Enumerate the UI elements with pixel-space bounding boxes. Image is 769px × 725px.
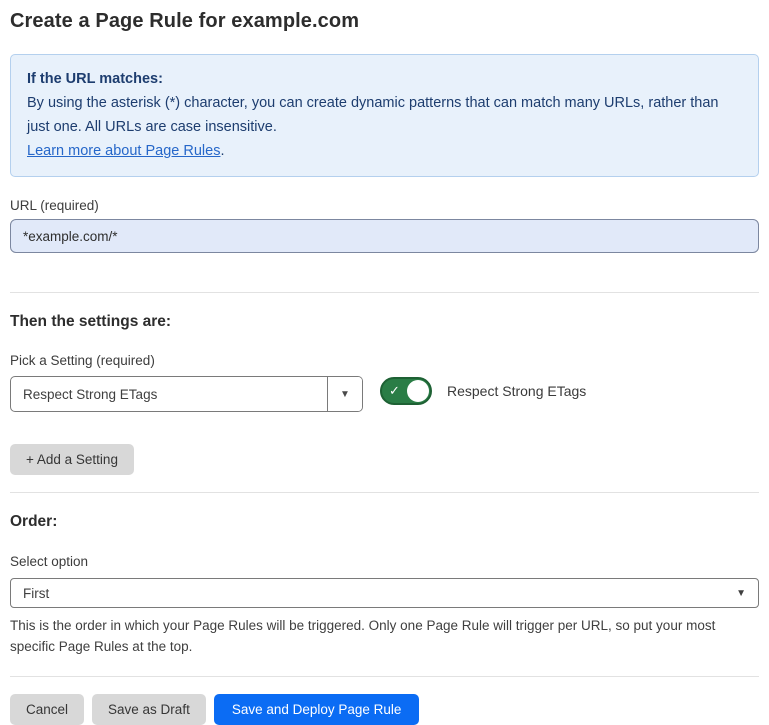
- info-link-suffix: .: [220, 143, 224, 159]
- pick-setting-label: Pick a Setting (required): [10, 353, 759, 368]
- setting-toggle-group: ✓ Respect Strong ETags: [380, 377, 586, 405]
- footer-divider: [10, 676, 759, 677]
- footer-actions: Cancel Save as Draft Save and Deploy Pag…: [10, 694, 759, 725]
- settings-section-heading: Then the settings are:: [10, 313, 759, 331]
- order-section-heading: Order:: [10, 513, 759, 531]
- create-page-rule-form: Create a Page Rule for example.com If th…: [0, 0, 769, 718]
- info-box-body: By using the asterisk (*) character, you…: [27, 91, 742, 139]
- setting-select-value: Respect Strong ETags: [11, 377, 327, 411]
- url-match-info-box: If the URL matches: By using the asteris…: [10, 54, 759, 177]
- save-draft-button[interactable]: Save as Draft: [92, 694, 206, 725]
- setting-select-arrow-button[interactable]: ▼: [327, 377, 362, 411]
- url-input[interactable]: [10, 219, 759, 253]
- chevron-down-icon: ▼: [736, 588, 746, 599]
- check-icon: ✓: [389, 384, 400, 397]
- cancel-button[interactable]: Cancel: [10, 694, 84, 725]
- url-field-label: URL (required): [10, 198, 759, 213]
- save-deploy-button[interactable]: Save and Deploy Page Rule: [214, 694, 420, 725]
- respect-strong-etags-toggle[interactable]: ✓: [380, 377, 432, 405]
- page-title: Create a Page Rule for example.com: [10, 10, 759, 33]
- info-link-line: Learn more about Page Rules.: [27, 139, 742, 163]
- order-select-label: Select option: [10, 554, 759, 569]
- toggle-knob: [407, 380, 429, 402]
- chevron-down-icon: ▼: [340, 389, 350, 400]
- toggle-label: Respect Strong ETags: [447, 383, 586, 399]
- section-divider: [10, 492, 759, 493]
- order-select-value: First: [23, 586, 49, 601]
- order-select[interactable]: First ▼: [10, 578, 759, 608]
- setting-picker-row: Respect Strong ETags ▼ ✓ Respect Strong …: [10, 376, 759, 412]
- learn-more-link[interactable]: Learn more about Page Rules: [27, 143, 220, 159]
- setting-select[interactable]: Respect Strong ETags ▼: [10, 376, 363, 412]
- order-help-text: This is the order in which your Page Rul…: [10, 615, 755, 657]
- add-setting-button[interactable]: + Add a Setting: [10, 444, 134, 475]
- section-divider: [10, 292, 759, 293]
- info-box-heading: If the URL matches:: [27, 67, 742, 91]
